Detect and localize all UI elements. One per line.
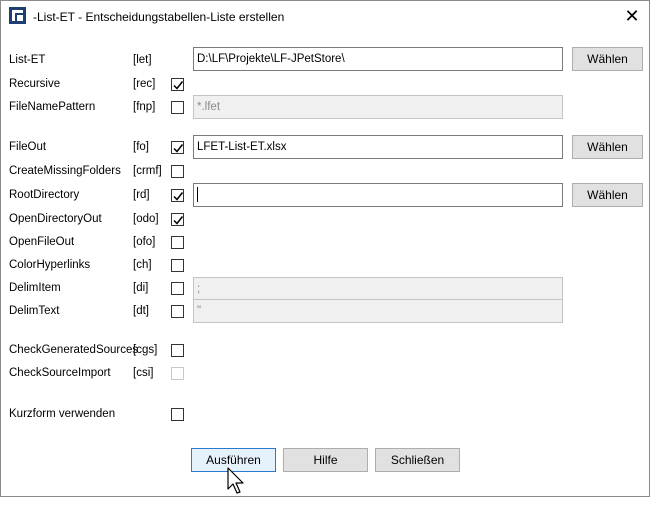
delim-text-abbr: [dt]	[133, 305, 149, 317]
file-out-label: FileOut	[9, 141, 47, 153]
check-source-import-checkbox[interactable]	[171, 367, 184, 380]
close-icon[interactable]: ✕	[617, 4, 647, 28]
text-caret	[197, 187, 198, 203]
app-icon	[9, 7, 26, 24]
open-directory-out-checkbox[interactable]	[171, 213, 184, 226]
root-directory-choose-button[interactable]: Wählen	[572, 183, 643, 207]
checkmark-icon	[173, 144, 184, 153]
open-directory-out-abbr: [odo]	[133, 213, 159, 225]
window-title: -List-ET - Entscheidungstabellen-Liste e…	[33, 10, 285, 24]
file-out-choose-button[interactable]: Wählen	[572, 135, 643, 159]
file-out-checkbox[interactable]	[171, 141, 184, 154]
open-file-out-checkbox[interactable]	[171, 236, 184, 249]
dialog-window: -List-ET - Entscheidungstabellen-Liste e…	[0, 0, 650, 497]
checkmark-icon	[173, 192, 184, 201]
check-generated-sources-label: CheckGeneratedSources	[9, 344, 139, 356]
file-name-pattern-input[interactable]: *.lfet	[193, 95, 563, 119]
close-button[interactable]: Schließen	[375, 448, 460, 472]
delim-item-label: DelimItem	[9, 282, 61, 294]
delim-item-abbr: [di]	[133, 282, 149, 294]
checkmark-icon	[173, 216, 184, 225]
file-name-pattern-checkbox[interactable]	[171, 101, 184, 114]
checkmark-icon	[173, 81, 184, 90]
delim-text-checkbox[interactable]	[171, 305, 184, 318]
color-hyperlinks-abbr: [ch]	[133, 259, 152, 271]
title-bar: -List-ET - Entscheidungstabellen-Liste e…	[1, 1, 649, 32]
root-directory-abbr: [rd]	[133, 189, 150, 201]
recursive-label: Recursive	[9, 78, 61, 90]
open-directory-out-label: OpenDirectoryOut	[9, 213, 102, 225]
kurzform-checkbox[interactable]	[171, 408, 184, 421]
delim-text-label: DelimText	[9, 305, 60, 317]
delim-item-input[interactable]: ;	[193, 277, 563, 301]
file-out-abbr: [fo]	[133, 141, 149, 153]
recursive-checkbox[interactable]	[171, 78, 184, 91]
mouse-pointer-icon	[227, 467, 244, 494]
help-button[interactable]: Hilfe	[283, 448, 368, 472]
delim-text-input[interactable]: "	[193, 299, 563, 323]
kurzform-label: Kurzform verwenden	[9, 408, 116, 420]
root-directory-checkbox[interactable]	[171, 189, 184, 202]
open-file-out-label: OpenFileOut	[9, 236, 75, 248]
delim-item-checkbox[interactable]	[171, 282, 184, 295]
file-name-pattern-abbr: [fnp]	[133, 101, 156, 113]
open-file-out-abbr: [ofo]	[133, 236, 156, 248]
check-source-import-label: CheckSourceImport	[9, 367, 111, 379]
create-missing-folders-checkbox[interactable]	[171, 165, 184, 178]
file-name-pattern-label: FileNamePattern	[9, 101, 96, 113]
check-source-import-abbr: [csi]	[133, 367, 154, 379]
list-et-abbr: [let]	[133, 54, 152, 66]
check-generated-sources-abbr: [cgs]	[133, 344, 158, 356]
create-missing-folders-abbr: [crmf]	[133, 165, 162, 177]
color-hyperlinks-checkbox[interactable]	[171, 259, 184, 272]
root-directory-label: RootDirectory	[9, 189, 80, 201]
file-out-input[interactable]: LFET-List-ET.xlsx	[193, 135, 563, 159]
color-hyperlinks-label: ColorHyperlinks	[9, 259, 91, 271]
create-missing-folders-label: CreateMissingFolders	[9, 165, 121, 177]
recursive-abbr: [rec]	[133, 78, 156, 90]
root-directory-input[interactable]	[193, 183, 563, 207]
list-et-choose-button[interactable]: Wählen	[572, 47, 643, 71]
list-et-input[interactable]: D:\LF\Projekte\LF-JPetStore\	[193, 47, 563, 71]
list-et-label: List-ET	[9, 54, 46, 66]
check-generated-sources-checkbox[interactable]	[171, 344, 184, 357]
